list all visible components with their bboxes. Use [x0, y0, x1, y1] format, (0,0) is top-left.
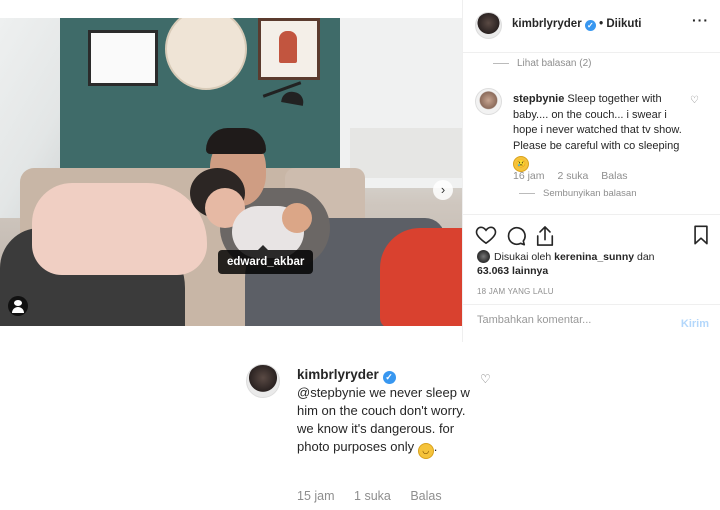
comment-like-heart-icon[interactable]: ♡ [690, 95, 699, 106]
more-horizontal-icon[interactable]: ··· [692, 12, 709, 28]
verified-badge-icon: ✓ [584, 20, 596, 31]
tagged-users-icon[interactable] [8, 296, 28, 316]
reply-mention[interactable]: @stepbynie [297, 385, 366, 400]
photo-woman-shirt [32, 183, 207, 275]
hide-replies-link[interactable]: Sembunyikan balasan [543, 188, 636, 199]
post-photo[interactable]: edward_akbar › [0, 18, 462, 326]
reply-period: . [433, 439, 438, 454]
photo-red-pillow [380, 228, 462, 326]
reply-meta: 15 jam 1 suka Balas [297, 489, 458, 503]
post-comment-button[interactable]: Kirim [681, 318, 709, 330]
liked-by: Disukai oleh kerenina_sunny dan 63.063 l… [477, 250, 655, 278]
photo-frame-palette [88, 30, 158, 86]
comment-meta: 16 jam 2 suka Balas [513, 170, 638, 182]
photo-kitchen [350, 128, 462, 178]
reply-likes[interactable]: 1 suka [354, 489, 391, 503]
verified-badge-icon: ✓ [382, 371, 396, 384]
bookmark-icon[interactable] [693, 225, 709, 245]
header-username-line: kimbrlyryder ✓ • Diikuti [512, 18, 641, 31]
share-icon[interactable] [535, 225, 555, 247]
photo-man-hair [206, 128, 266, 154]
liked-prefix: Disukai oleh [494, 251, 552, 263]
liked-and: dan [637, 251, 655, 263]
user-tag[interactable]: edward_akbar [218, 245, 314, 274]
comment-composer: Kirim [463, 304, 720, 347]
reply-like-heart-icon[interactable]: ♡ [480, 372, 491, 386]
comment-avatar[interactable] [475, 88, 502, 115]
comment-time: 16 jam [513, 170, 545, 182]
liker-avatar [477, 250, 490, 263]
reply-username[interactable]: kimbrlyryder [297, 367, 379, 382]
photo-baby-head [282, 203, 312, 233]
reply-comment: kimbrlyryder ✓ @stepbynie we never sleep… [0, 346, 720, 510]
reply-reply-button[interactable]: Balas [410, 489, 441, 503]
chevron-right-icon: › [440, 182, 446, 197]
comment-username[interactable]: stepbynie [513, 93, 564, 105]
comment-likes[interactable]: 2 suka [557, 170, 588, 182]
reply-time: 15 jam [297, 489, 335, 503]
smiling-face-icon: ◡ [417, 443, 434, 459]
comment-reply-button[interactable]: Balas [601, 170, 627, 182]
comment-icon[interactable] [505, 225, 527, 247]
reply-text: @stepbynie we never sleep w him on the c… [297, 384, 472, 459]
follow-status[interactable]: Diikuti [606, 18, 641, 30]
reply-avatar[interactable] [246, 364, 280, 398]
heart-icon[interactable] [475, 225, 497, 245]
header-username[interactable]: kimbrlyryder [512, 18, 582, 30]
post-header: kimbrlyryder ✓ • Diikuti ··· [463, 0, 720, 53]
comment-text: stepbynie Sleep together with baby.... o… [513, 92, 688, 172]
post-sidebar: kimbrlyryder ✓ • Diikuti ··· Lihat balas… [462, 0, 720, 342]
photo-frame-figure [258, 18, 320, 80]
avatar[interactable] [475, 12, 502, 39]
liker-username[interactable]: kerenina_sunny [554, 251, 634, 263]
reply-username-line: kimbrlyryder ✓ [297, 367, 396, 384]
action-bar [463, 214, 720, 255]
view-replies-link[interactable]: Lihat balasan (2) [517, 58, 592, 69]
next-slide-button[interactable]: › [433, 180, 453, 200]
header-separator: • [599, 18, 604, 30]
post-time-ago: 18 JAM YANG LALU [477, 287, 554, 296]
comment-input[interactable] [475, 313, 669, 327]
likes-count[interactable]: 63.063 lainnya [477, 265, 548, 277]
